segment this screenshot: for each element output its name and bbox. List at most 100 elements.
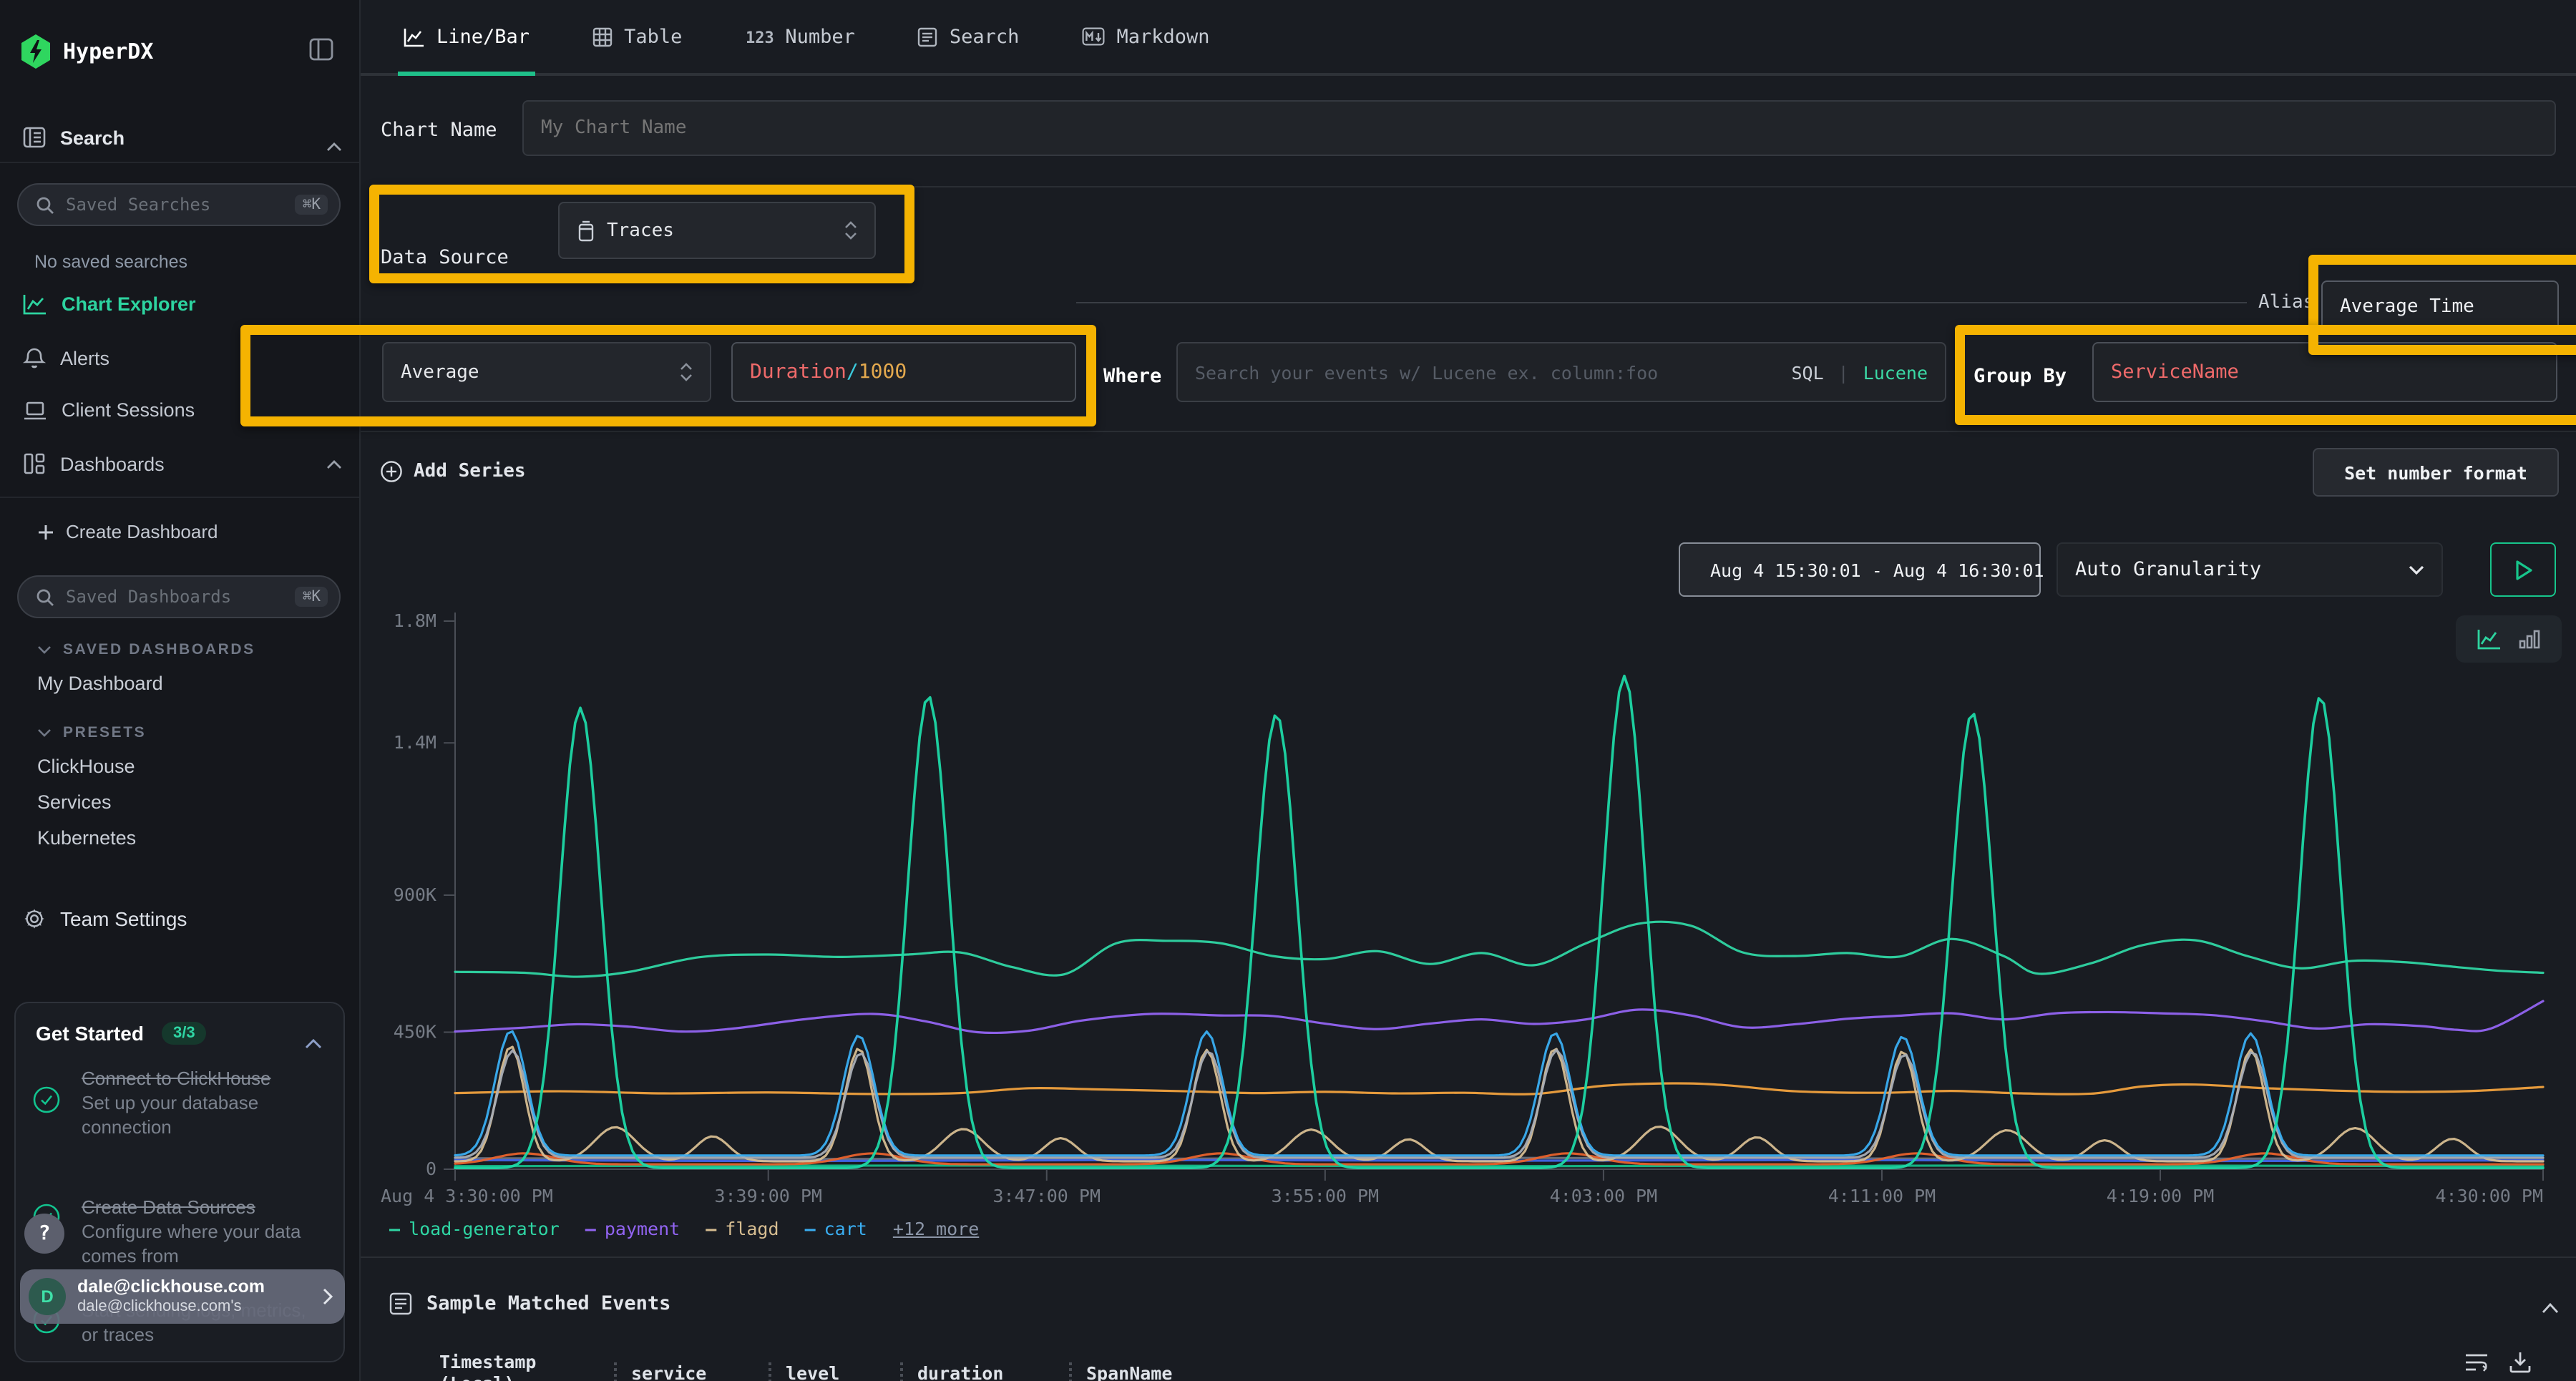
help-button[interactable]: ? <box>24 1214 64 1254</box>
legend-label: payment <box>605 1218 680 1239</box>
series-line-payment <box>455 1001 2543 1033</box>
legend-swatch: — <box>805 1218 816 1239</box>
sidebar-link-my-dashboard[interactable]: My Dashboard <box>37 673 163 694</box>
chevron-up-icon <box>326 459 342 469</box>
hyperdx-logo-icon <box>20 34 52 74</box>
column-header-service[interactable]: service <box>631 1362 754 1381</box>
shortcut-badge: ⌘K <box>296 195 328 215</box>
create-dashboard-label: Create Dashboard <box>66 521 218 542</box>
events-title: Sample Matched Events <box>426 1292 670 1315</box>
search-section-label: Search <box>60 127 125 148</box>
sidebar-item-alerts[interactable]: Alerts <box>23 346 338 371</box>
events-collapse-icon[interactable] <box>2542 1292 2559 1319</box>
x-axis-tick-label: 3:55:00 PM <box>1272 1186 1380 1206</box>
sidebar-item-label: Client Sessions <box>62 399 195 421</box>
events-table-header: Timestamp (Local) service level duration Spa… <box>439 1351 1258 1381</box>
sidebar-link-clickhouse[interactable]: ClickHouse <box>37 756 135 777</box>
sidebar-link-kubernetes[interactable]: Kubernetes <box>37 827 136 849</box>
column-header-spanname[interactable]: SpanName <box>1086 1362 1258 1381</box>
bell-icon <box>23 346 46 371</box>
chart-legend: — load-generator — payment — flagd — cart +12 mo… <box>389 1214 979 1241</box>
saved-searches-placeholder: Saved Searches <box>66 195 296 215</box>
x-axis-tick-label: 3:47:00 PM <box>993 1186 1101 1206</box>
legend-item-load-generator[interactable]: — load-generator <box>389 1218 560 1239</box>
x-axis-tick-label: 4:03:00 PM <box>1550 1186 1658 1206</box>
sidebar-collapse-icon[interactable] <box>309 37 333 67</box>
check-circle-icon <box>33 1086 60 1119</box>
y-axis-tick-label: 1.4M <box>394 732 436 753</box>
user-subtitle: dale@clickhouse.com's <box>77 1298 322 1316</box>
wrap-lines-icon[interactable] <box>2464 1352 2489 1373</box>
plus-icon <box>37 523 54 540</box>
get-started-item-title: Connect to ClickHouse <box>82 1066 313 1090</box>
column-resize-handle[interactable] <box>900 1362 903 1381</box>
legend-swatch: — <box>706 1218 716 1239</box>
sidebar-section-search[interactable]: Search <box>23 126 125 149</box>
search-section-icon <box>23 126 46 149</box>
avatar: D <box>29 1278 66 1315</box>
get-started-item-desc: Set up your database connection <box>82 1090 313 1139</box>
y-axis-tick-label: 450K <box>394 1022 436 1043</box>
sidebar-item-dashboards[interactable]: Dashboards <box>23 452 338 475</box>
gear-icon <box>23 907 46 930</box>
saved-dashboards-input[interactable]: Saved Dashboards ⌘K <box>17 575 341 618</box>
column-header-level[interactable]: level <box>786 1362 886 1381</box>
sidebar-group-saved-dashboards[interactable]: SAVED DASHBOARDS <box>37 641 255 658</box>
column-header-duration[interactable]: duration <box>917 1362 1055 1381</box>
no-saved-searches-text: No saved searches <box>34 252 187 272</box>
search-icon <box>36 587 54 606</box>
sidebar-group-label: PRESETS <box>63 724 146 741</box>
sidebar-item-client-sessions[interactable]: Client Sessions <box>23 399 338 421</box>
y-axis-tick-label: 0 <box>426 1158 436 1179</box>
saved-dashboards-placeholder: Saved Dashboards <box>66 587 296 607</box>
user-email: dale@clickhouse.com <box>77 1277 322 1298</box>
timeseries-chart[interactable]: 0 450K 900K 1.4M 1.8M Aug 4 3:30:00 PM 3:39:00… <box>361 0 2576 1381</box>
sidebar-item-team-settings[interactable]: Team Settings <box>23 907 187 930</box>
get-started-badge: 3/3 <box>162 1022 207 1045</box>
sidebar-item-chart-explorer[interactable]: Chart Explorer <box>23 293 338 315</box>
y-axis-tick-label: 1.8M <box>394 610 436 631</box>
sidebar-group-label: SAVED DASHBOARDS <box>63 641 255 658</box>
get-started-title: Get Started <box>36 1022 144 1045</box>
app-root: HyperDX Search Saved Searches ⌘K No save… <box>0 0 2576 1381</box>
column-header-timestamp-local-[interactable]: Timestamp (Local) <box>439 1351 600 1381</box>
legend-item-cart[interactable]: — cart <box>805 1218 867 1239</box>
column-resize-handle[interactable] <box>614 1362 617 1381</box>
column-resize-handle[interactable] <box>769 1362 771 1381</box>
search-icon <box>36 195 54 214</box>
column-resize-handle[interactable] <box>1069 1362 1072 1381</box>
get-started-item[interactable]: Connect to ClickHouseSet up your databas… <box>16 1066 338 1139</box>
chevron-up-icon[interactable] <box>305 1028 322 1055</box>
series-line-load-generator <box>455 922 2543 977</box>
chevron-up-icon[interactable] <box>326 130 342 157</box>
legend-label: cart <box>824 1218 867 1239</box>
legend-item-flagd[interactable]: — flagd <box>706 1218 779 1239</box>
sidebar-link-services[interactable]: Services <box>37 791 112 813</box>
chevron-right-icon <box>322 1288 333 1305</box>
legend-swatch: — <box>585 1218 596 1239</box>
y-axis-tick-label: 900K <box>394 884 436 905</box>
x-axis-tick-label: 3:39:00 PM <box>714 1186 822 1206</box>
download-icon[interactable] <box>2509 1351 2532 1374</box>
legend-more-link[interactable]: +12 more <box>893 1218 979 1239</box>
user-menu[interactable]: D dale@clickhouse.com dale@clickhouse.co… <box>20 1269 345 1324</box>
dashboard-icon <box>23 452 46 475</box>
series-line-unlabeled-orange <box>455 1083 2543 1094</box>
sidebar-group-presets[interactable]: PRESETS <box>37 724 146 741</box>
get-started-item-title: Create Data Sources <box>82 1195 313 1219</box>
chevron-down-icon <box>37 645 52 654</box>
x-axis-tick-label: Aug 4 3:30:00 PM <box>381 1186 553 1206</box>
saved-searches-input[interactable]: Saved Searches ⌘K <box>17 183 341 226</box>
legend-item-payment[interactable]: — payment <box>585 1218 680 1239</box>
legend-label: load-generator <box>409 1218 560 1239</box>
x-axis-tick-label: 4:11:00 PM <box>1828 1186 1936 1206</box>
x-axis-tick-label: 4:30:00 PM <box>2435 1186 2543 1206</box>
legend-swatch: — <box>389 1218 400 1239</box>
line-chart-icon <box>23 293 47 315</box>
create-dashboard-button[interactable]: Create Dashboard <box>37 521 218 542</box>
shortcut-badge: ⌘K <box>296 587 328 607</box>
main-content: Line/BarTable123NumberSearchMarkdown Cha… <box>361 0 2576 1381</box>
events-list-icon <box>389 1292 412 1315</box>
legend-label: flagd <box>725 1218 779 1239</box>
sidebar-item-label: Dashboards <box>60 453 165 474</box>
